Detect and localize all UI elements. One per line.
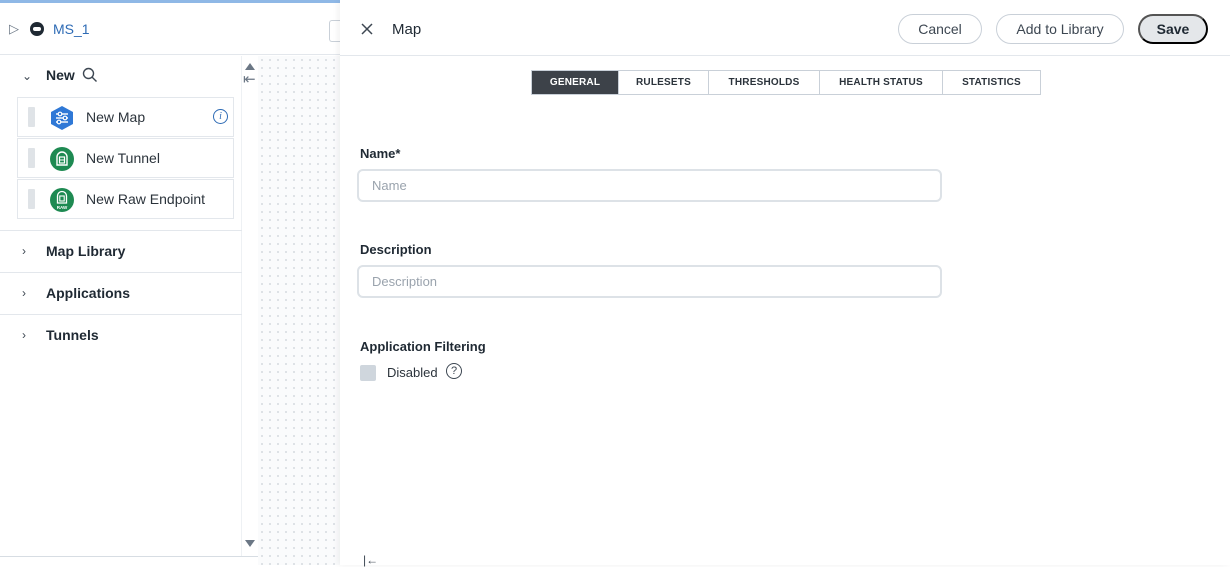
application-filtering-state: Disabled (387, 365, 438, 380)
add-to-library-button[interactable]: Add to Library (996, 14, 1124, 44)
flow-canvas[interactable] (258, 56, 340, 565)
tunnel-icon (50, 147, 74, 171)
raw-badge: RAW (57, 205, 68, 210)
panel-header: Map Cancel Add to Library Save (340, 0, 1230, 56)
collapse-palette-icon[interactable]: ⇤ (243, 70, 256, 88)
description-label: Description (360, 242, 432, 257)
section-title: Applications (46, 285, 131, 301)
description-input[interactable] (357, 265, 942, 298)
map-filter-icon (51, 106, 73, 130)
tab-health-status[interactable]: HEALTH STATUS (820, 71, 943, 94)
palette-item-label: New Map (86, 109, 146, 125)
cancel-button[interactable]: Cancel (898, 14, 982, 44)
section-map-library[interactable]: › Map Library (0, 230, 242, 272)
tab-thresholds[interactable]: THRESHOLDS (709, 71, 820, 94)
name-input[interactable] (357, 169, 942, 202)
divider (0, 556, 258, 557)
section-new-title: New (46, 67, 75, 83)
tab-rulesets[interactable]: RULESETS (619, 71, 709, 94)
section-title: Tunnels (46, 327, 99, 343)
tab-bar: GENERAL RULESETS THRESHOLDS HEALTH STATU… (531, 70, 1041, 95)
save-button[interactable]: Save (1138, 14, 1208, 44)
flow-header: ▷ MS_1 (0, 3, 341, 55)
section-tunnels[interactable]: › Tunnels (0, 314, 242, 356)
tab-general[interactable]: GENERAL (532, 71, 619, 94)
section-applications[interactable]: › Applications (0, 272, 242, 314)
scroll-down-icon[interactable] (244, 538, 256, 548)
info-icon[interactable]: i (213, 109, 228, 124)
left-panel: ▷ MS_1 ⌄ New New Map i New Tunnel RAW Ne… (0, 0, 341, 565)
search-icon[interactable] (82, 67, 98, 83)
tab-statistics[interactable]: STATISTICS (943, 71, 1040, 94)
section-new[interactable]: ⌄ New (0, 56, 242, 96)
palette-item-label: New Raw Endpoint (86, 191, 206, 207)
flow-name[interactable]: MS_1 (53, 20, 90, 38)
name-label: Name* (360, 146, 401, 161)
palette-item-new-map[interactable]: New Map i (17, 97, 234, 137)
palette-item-label: New Tunnel (86, 150, 160, 166)
close-icon (361, 23, 373, 35)
chevron-right-icon: › (22, 286, 26, 300)
palette: ⌄ New New Map i New Tunnel RAW New Raw E… (0, 56, 242, 556)
drag-handle-icon[interactable] (28, 189, 35, 209)
palette-item-new-raw-endpoint[interactable]: RAW New Raw Endpoint (17, 179, 234, 219)
drag-handle-icon[interactable] (28, 107, 35, 127)
chevron-right-icon: › (22, 328, 26, 342)
help-icon[interactable]: ? (446, 363, 462, 379)
drag-handle-icon[interactable] (28, 148, 35, 168)
expand-panel-icon[interactable]: ▷ (9, 21, 21, 37)
application-filtering-checkbox[interactable] (360, 365, 376, 381)
map-editor-panel: Map Cancel Add to Library Save GENERAL R… (340, 0, 1230, 567)
raw-endpoint-icon: RAW (50, 188, 74, 212)
section-title: Map Library (46, 243, 126, 259)
palette-item-new-tunnel[interactable]: New Tunnel (17, 138, 234, 178)
panel-title: Map (392, 21, 422, 38)
chevron-down-icon: ⌄ (22, 69, 33, 83)
monitoring-session-icon (30, 22, 44, 36)
close-button[interactable] (352, 14, 382, 44)
chevron-right-icon: › (22, 244, 26, 258)
application-filtering-label: Application Filtering (360, 339, 486, 354)
